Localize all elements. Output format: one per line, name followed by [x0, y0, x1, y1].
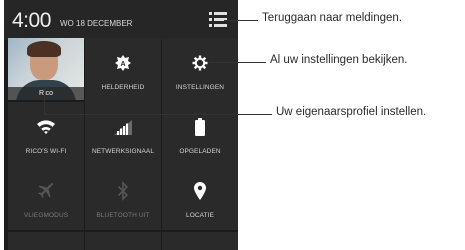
tile-label: BLUETOOTH UIT — [96, 212, 150, 219]
avatar-hair — [27, 41, 61, 57]
tile-bluetooth[interactable]: BLUETOOTH UIT — [85, 166, 161, 230]
callout-line-profile — [44, 114, 272, 115]
svg-text:A: A — [120, 61, 125, 68]
callout-line-profile-vertical — [44, 86, 45, 114]
tile-label: INSTELLINGEN — [175, 84, 225, 91]
owner-profile-tile[interactable]: Rico — [8, 38, 84, 100]
brightness-auto-icon: A — [85, 52, 161, 74]
battery-full-icon — [162, 116, 238, 138]
signal-icon — [85, 116, 161, 138]
callout-notifications: Teruggaan naar meldingen. — [262, 12, 403, 24]
tile-label: LOCATIE — [185, 212, 215, 219]
location-pin-icon — [162, 180, 238, 202]
callout-settings: Al uw instellingen bekijken. — [270, 54, 408, 66]
tile-location[interactable]: LOCATIE — [162, 166, 238, 230]
gear-icon — [162, 52, 238, 74]
tile-label: HELDERHEID — [101, 84, 145, 91]
clock: 4:00 — [12, 9, 51, 32]
quick-settings-panel: 4:00 WO 18 DECEMBER Rico A HELDERHEID IN… — [4, 0, 238, 250]
tile-brightness[interactable]: A HELDERHEID — [85, 38, 161, 102]
tile-battery[interactable]: OPGELADEN — [162, 102, 238, 166]
airplane-icon — [8, 180, 84, 202]
tile-label: VLIEGMODUS — [23, 212, 69, 219]
tile-settings[interactable]: INSTELLINGEN — [162, 38, 238, 102]
tile-label: OPGELADEN — [179, 148, 221, 155]
tile-row-partial — [162, 232, 238, 250]
callout-line-settings — [209, 62, 266, 63]
tile-label: RICO'S WI-FI — [25, 148, 67, 155]
tile-row-partial — [85, 232, 161, 250]
tile-label: NETWERKSIGNAAL — [91, 148, 155, 155]
tile-network-signal[interactable]: NETWERKSIGNAAL — [85, 102, 161, 166]
callout-profile: Uw eigenaarsprofiel instellen. — [276, 106, 427, 118]
callout-line-notifications — [224, 20, 258, 21]
profile-name: Rico — [8, 87, 84, 100]
wifi-icon — [8, 116, 84, 138]
date: WO 18 DECEMBER — [60, 19, 133, 28]
bluetooth-icon — [85, 180, 161, 202]
tile-wifi[interactable]: RICO'S WI-FI — [8, 102, 84, 166]
status-bar: 4:00 WO 18 DECEMBER — [4, 0, 238, 40]
tile-airplane-mode[interactable]: VLIEGMODUS — [8, 166, 84, 230]
tile-row-partial — [8, 232, 84, 250]
